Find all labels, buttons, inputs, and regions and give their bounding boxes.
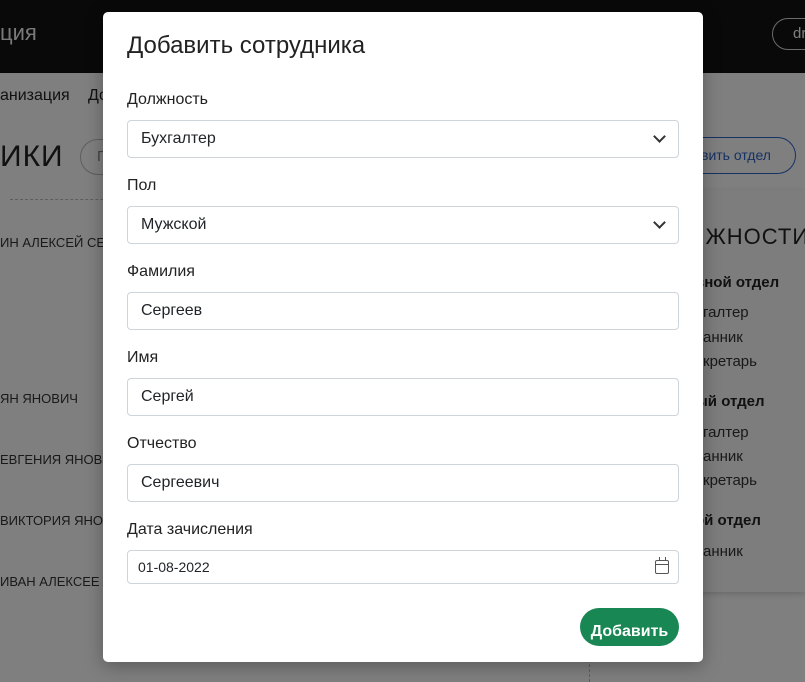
last-name-label: Фамилия bbox=[127, 263, 195, 280]
last-name-value: Сергеев bbox=[141, 302, 203, 319]
patronymic-input[interactable]: Сергеевич bbox=[127, 464, 679, 502]
enroll-date-input[interactable]: 01-08-2022 bbox=[127, 550, 679, 584]
first-name-label: Имя bbox=[127, 349, 159, 366]
gender-select-value: Мужской bbox=[141, 216, 207, 233]
gender-label: Пол bbox=[127, 177, 157, 194]
patronymic-value: Сергеевич bbox=[141, 474, 220, 491]
first-name-input[interactable]: Сергей bbox=[127, 378, 679, 416]
modal-title: Добавить сотрудника bbox=[127, 32, 366, 59]
enroll-date-label: Дата зачисления bbox=[127, 521, 253, 538]
last-name-input[interactable]: Сергеев bbox=[127, 292, 679, 330]
position-select-value: Бухгалтер bbox=[141, 130, 216, 147]
first-name-value: Сергей bbox=[141, 388, 194, 405]
chevron-down-icon bbox=[640, 207, 678, 243]
add-employee-button[interactable]: Добавить bbox=[580, 608, 679, 646]
gender-select[interactable]: Мужской bbox=[127, 206, 679, 244]
calendar-icon[interactable] bbox=[655, 557, 669, 574]
patronymic-label: Отчество bbox=[127, 435, 197, 452]
position-label: Должность bbox=[127, 91, 208, 108]
position-select[interactable]: Бухгалтер bbox=[127, 120, 679, 158]
add-employee-modal: Добавить сотрудника Должность Бухгалтер … bbox=[103, 12, 703, 662]
chevron-down-icon bbox=[640, 121, 678, 157]
enroll-date-value: 01-08-2022 bbox=[138, 559, 210, 575]
